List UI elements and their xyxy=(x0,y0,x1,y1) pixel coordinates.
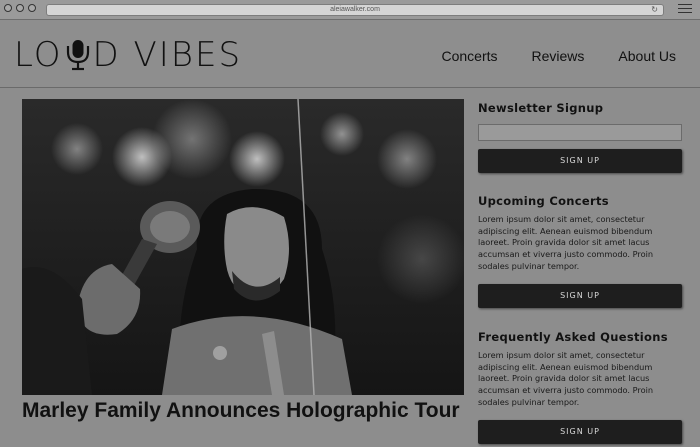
upcoming-concerts-heading: Upcoming Concerts xyxy=(478,194,609,208)
faq-text: Lorem ipsum dolor sit amet, consectetur … xyxy=(478,350,654,407)
faq-heading: Frequently Asked Questions xyxy=(478,330,668,344)
upcoming-concerts-text: Lorem ipsum dolor sit amet, consectetur … xyxy=(478,214,654,271)
faq-signup-button[interactable]: SIGN UP xyxy=(478,419,682,444)
microphone-icon xyxy=(65,38,91,72)
article-title[interactable]: Marley Family Announces Holographic Tour xyxy=(22,396,462,426)
article-hero-image[interactable] xyxy=(22,99,464,395)
browser-toolbar: aleiawalker.com ↻ xyxy=(0,0,700,20)
site-logo[interactable]: LO D VIBES xyxy=(14,35,242,75)
maximize-window-icon[interactable] xyxy=(28,4,36,12)
upcoming-concerts-section: Upcoming Concerts Lorem ipsum dolor sit … xyxy=(478,194,682,308)
site-header: LO D VIBES Concerts Reviews About Us xyxy=(0,20,700,88)
newsletter-email-input[interactable] xyxy=(478,124,682,141)
upcoming-concerts-signup-button[interactable]: SIGN UP xyxy=(478,283,682,308)
logo-text-right: D VIBES xyxy=(92,35,243,75)
minimize-window-icon[interactable] xyxy=(16,4,24,12)
close-window-icon[interactable] xyxy=(4,4,12,12)
nav-item-about-us[interactable]: About Us xyxy=(618,48,676,64)
nav-item-concerts[interactable]: Concerts xyxy=(441,48,497,64)
window-controls xyxy=(4,4,36,12)
logo-text-left: LO xyxy=(14,35,63,75)
main-nav: Concerts Reviews About Us xyxy=(441,48,676,64)
newsletter-section: Newsletter Signup SIGN UP xyxy=(478,101,682,173)
faq-section: Frequently Asked Questions Lorem ipsum d… xyxy=(478,330,682,444)
nav-item-reviews[interactable]: Reviews xyxy=(532,48,585,64)
address-bar-url: aleiawalker.com xyxy=(330,6,380,13)
newsletter-signup-button[interactable]: SIGN UP xyxy=(478,149,682,173)
newsletter-heading: Newsletter Signup xyxy=(478,101,604,115)
reload-icon[interactable]: ↻ xyxy=(651,5,658,15)
address-bar[interactable]: aleiawalker.com ↻ xyxy=(46,4,664,16)
browser-menu-icon[interactable] xyxy=(678,4,692,16)
